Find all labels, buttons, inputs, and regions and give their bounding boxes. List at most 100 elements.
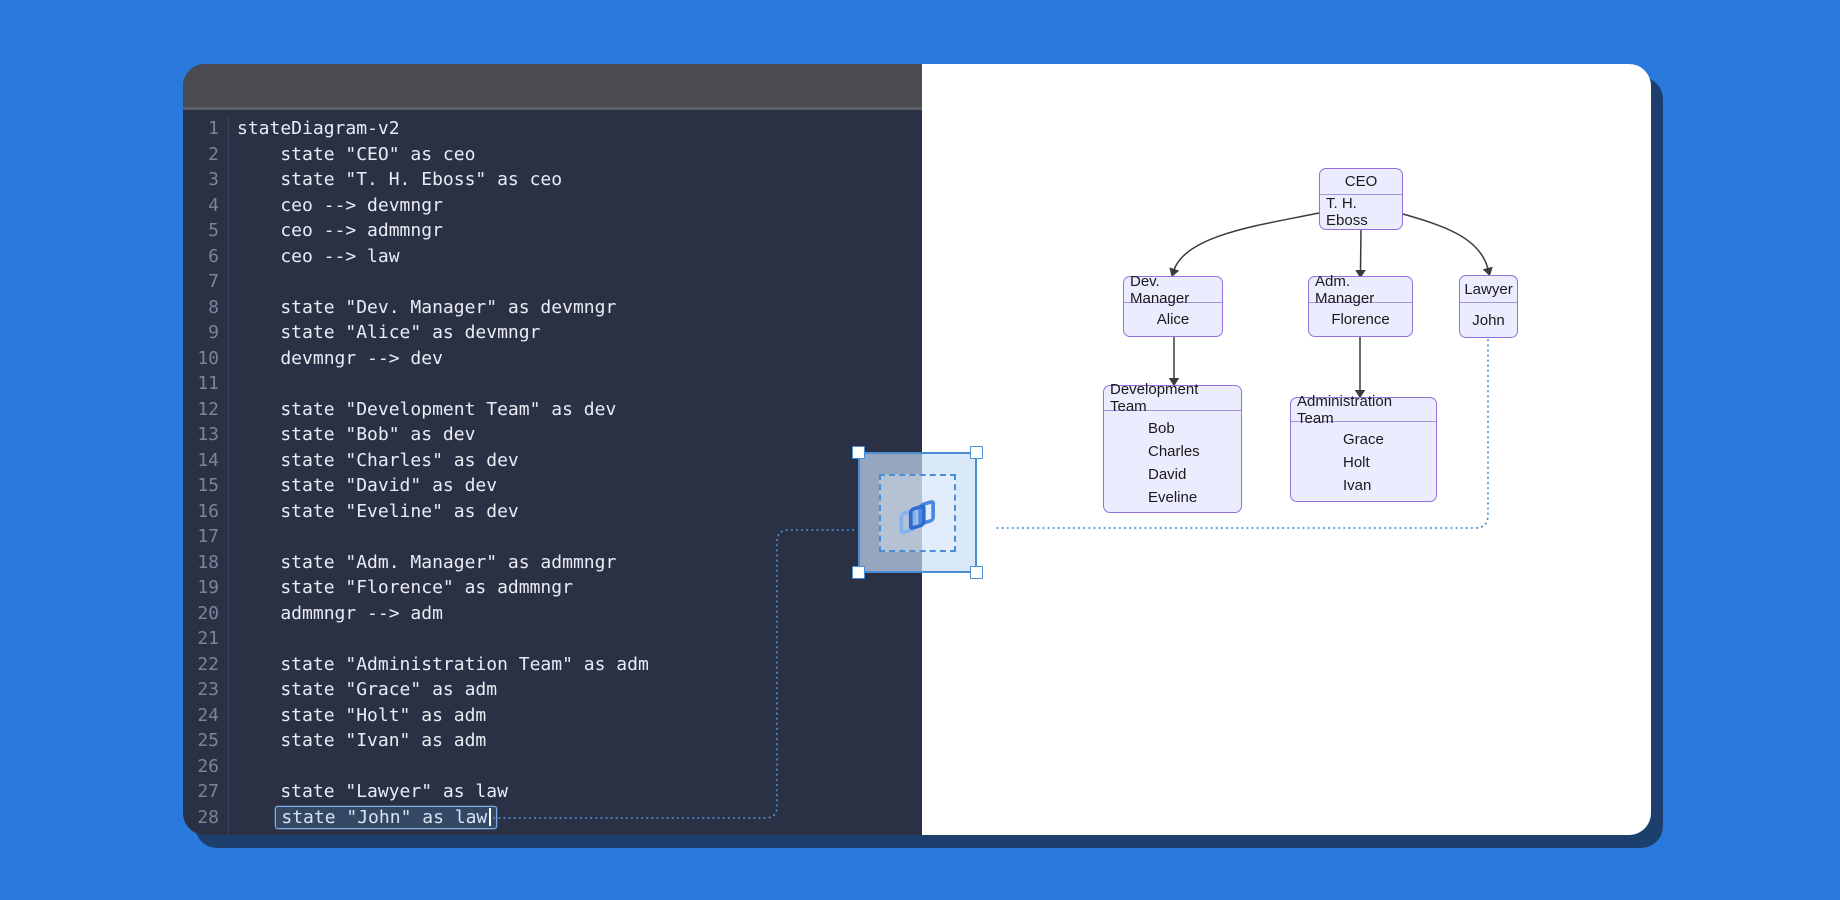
- resize-handle-bottom-right[interactable]: [970, 566, 983, 579]
- line-number: 6: [183, 244, 229, 270]
- code-text: state "Development Team" as dev: [237, 397, 616, 423]
- code-text: stateDiagram-v2: [237, 116, 400, 142]
- resize-handle-top-right[interactable]: [970, 446, 983, 459]
- node-member: Eveline: [1148, 486, 1241, 509]
- line-number: 3: [183, 167, 229, 193]
- code-line-18[interactable]: 18 state "Adm. Manager" as admmngr: [183, 550, 922, 576]
- code-line-24[interactable]: 24 state "Holt" as adm: [183, 703, 922, 729]
- resize-handle-top-left[interactable]: [852, 446, 865, 459]
- node-member: Alice: [1124, 303, 1222, 336]
- node-title: Adm. Manager: [1309, 277, 1412, 303]
- code-line-7[interactable]: 7: [183, 269, 922, 295]
- diagram-edges: [922, 64, 1651, 835]
- code-line-23[interactable]: 23 state "Grace" as adm: [183, 677, 922, 703]
- resize-handle-bottom-left[interactable]: [852, 566, 865, 579]
- line-number: 16: [183, 499, 229, 525]
- node-member-list: Bob Charles David Eveline: [1104, 411, 1241, 512]
- node-title: Dev. Manager: [1124, 277, 1222, 303]
- line-number: 12: [183, 397, 229, 423]
- line-number: 9: [183, 320, 229, 346]
- code-line-6[interactable]: 6 ceo --> law: [183, 244, 922, 270]
- logo-selection-box[interactable]: [858, 452, 977, 573]
- code-line-16[interactable]: 16 state "Eveline" as dev: [183, 499, 922, 525]
- code-line-21[interactable]: 21: [183, 626, 922, 652]
- edge-ceo-law: [1403, 214, 1488, 269]
- code-line-14[interactable]: 14 state "Charles" as dev: [183, 448, 922, 474]
- line-number: 28: [183, 805, 229, 831]
- code-text: state "Bob" as dev: [237, 422, 475, 448]
- code-text: admmngr --> adm: [237, 601, 443, 627]
- code-line-26[interactable]: 26: [183, 754, 922, 780]
- code-line-28[interactable]: 28 state "John" as law: [183, 805, 922, 831]
- text-cursor: [489, 808, 491, 826]
- editor-title-bar[interactable]: [183, 64, 922, 110]
- line-number: 22: [183, 652, 229, 678]
- code-text: state "David" as dev: [237, 473, 497, 499]
- code-line-25[interactable]: 25 state "Ivan" as adm: [183, 728, 922, 754]
- code-line-13[interactable]: 13 state "Bob" as dev: [183, 422, 922, 448]
- mermaid-chart-logo-icon: [893, 488, 943, 538]
- state-node-devmngr[interactable]: Dev. Manager Alice: [1123, 276, 1223, 337]
- line-number: 29: [183, 830, 229, 835]
- selected-code-chunk[interactable]: state "John" as law: [275, 806, 497, 829]
- code-line-2[interactable]: 2 state "CEO" as ceo: [183, 142, 922, 168]
- code-text: state "CEO" as ceo: [237, 142, 475, 168]
- code-line-29[interactable]: 29: [183, 830, 922, 835]
- code-line-4[interactable]: 4 ceo --> devmngr: [183, 193, 922, 219]
- node-member: Charles: [1148, 440, 1241, 463]
- code-text: state "Holt" as adm: [237, 703, 486, 729]
- node-title: CEO: [1320, 169, 1402, 195]
- line-number: 25: [183, 728, 229, 754]
- node-member: Bob: [1148, 417, 1241, 440]
- line-number: 24: [183, 703, 229, 729]
- code-text: state "Lawyer" as law: [237, 779, 508, 805]
- code-text: devmngr --> dev: [237, 346, 443, 372]
- state-node-ceo[interactable]: CEO T. H. Eboss: [1319, 168, 1403, 230]
- desktop-background: 1 stateDiagram-v22 state "CEO" as ceo3 st…: [0, 0, 1840, 900]
- code-line-5[interactable]: 5 ceo --> admmngr: [183, 218, 922, 244]
- line-number: 10: [183, 346, 229, 372]
- node-title: Development Team: [1104, 386, 1241, 411]
- code-line-20[interactable]: 20 admmngr --> adm: [183, 601, 922, 627]
- code-text: state "Eveline" as dev: [237, 499, 519, 525]
- line-number: 11: [183, 371, 229, 397]
- code-text: state "Dev. Manager" as devmngr: [237, 295, 616, 321]
- line-number: 1: [183, 116, 229, 142]
- line-number: 5: [183, 218, 229, 244]
- code-text: ceo --> devmngr: [237, 193, 443, 219]
- code-text: state "Charles" as dev: [237, 448, 519, 474]
- node-member: David: [1148, 463, 1241, 486]
- code-editor[interactable]: 1 stateDiagram-v22 state "CEO" as ceo3 st…: [183, 110, 922, 835]
- code-editor-pane: 1 stateDiagram-v22 state "CEO" as ceo3 st…: [183, 64, 922, 835]
- code-line-27[interactable]: 27 state "Lawyer" as law: [183, 779, 922, 805]
- node-member: Grace: [1343, 428, 1436, 451]
- line-number: 21: [183, 626, 229, 652]
- node-member: Holt: [1343, 451, 1436, 474]
- code-line-9[interactable]: 9 state "Alice" as devmngr: [183, 320, 922, 346]
- code-text: state "Florence" as admmngr: [237, 575, 573, 601]
- code-text: state "Adm. Manager" as admmngr: [237, 550, 616, 576]
- state-node-law[interactable]: Lawyer John: [1459, 275, 1518, 338]
- code-lines: 1 stateDiagram-v22 state "CEO" as ceo3 st…: [183, 116, 922, 835]
- line-number: 27: [183, 779, 229, 805]
- code-line-12[interactable]: 12 state "Development Team" as dev: [183, 397, 922, 423]
- code-line-17[interactable]: 17: [183, 524, 922, 550]
- state-node-adm-team[interactable]: Administration Team Grace Holt Ivan: [1290, 397, 1437, 502]
- code-line-15[interactable]: 15 state "David" as dev: [183, 473, 922, 499]
- code-line-3[interactable]: 3 state "T. H. Eboss" as ceo: [183, 167, 922, 193]
- code-line-22[interactable]: 22 state "Administration Team" as adm: [183, 652, 922, 678]
- code-line-11[interactable]: 11: [183, 371, 922, 397]
- code-line-19[interactable]: 19 state "Florence" as admmngr: [183, 575, 922, 601]
- edge-ceo-devmngr: [1174, 213, 1319, 270]
- line-number: 23: [183, 677, 229, 703]
- state-node-dev-team[interactable]: Development Team Bob Charles David Eveli…: [1103, 385, 1242, 513]
- node-title: Lawyer: [1460, 276, 1517, 303]
- code-text: state "Administration Team" as adm: [237, 652, 649, 678]
- line-number: 26: [183, 754, 229, 780]
- code-line-8[interactable]: 8 state "Dev. Manager" as devmngr: [183, 295, 922, 321]
- code-text: state "John" as law: [237, 805, 497, 831]
- code-line-1[interactable]: 1 stateDiagram-v2: [183, 116, 922, 142]
- line-number: 13: [183, 422, 229, 448]
- state-node-admmngr[interactable]: Adm. Manager Florence: [1308, 276, 1413, 337]
- code-line-10[interactable]: 10 devmngr --> dev: [183, 346, 922, 372]
